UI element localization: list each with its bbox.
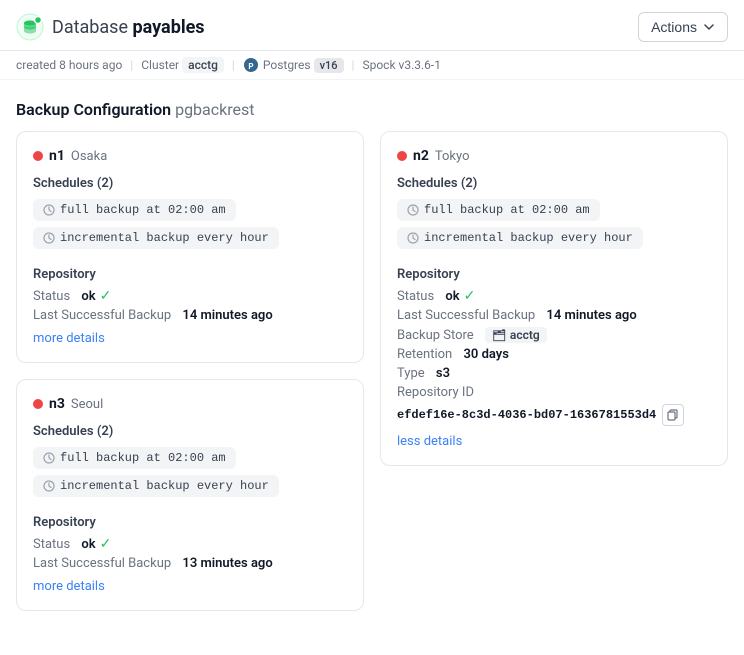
node-n3-schedule-1: incremental backup every hour (33, 475, 347, 503)
node-n2-repo: Repository Status ok ✓ Last Successful B… (397, 267, 711, 449)
node-n2-more-link[interactable]: less details (397, 434, 462, 449)
node-n3-status-row: Status ok ✓ (33, 536, 347, 552)
node-card-n2: n2 Tokyo Schedules (2) full backup at 02… (380, 131, 728, 466)
copy-repo-id-button[interactable] (662, 404, 684, 426)
node-n2-id: n2 (413, 148, 429, 164)
sep1: | (130, 58, 133, 72)
check-icon: ✓ (100, 288, 112, 304)
database-icon (16, 13, 44, 41)
node-n2-city: Tokyo (435, 149, 470, 164)
plugin-version: v3.3.6-1 (399, 58, 441, 72)
node-n3-id: n3 (49, 396, 65, 412)
backup-section-title: Backup Configuration pgbackrest (0, 80, 744, 131)
db-version: v16 (314, 58, 344, 73)
sep3: | (352, 58, 355, 72)
cluster-label: Cluster (141, 58, 179, 72)
cluster-name: acctg (182, 57, 224, 73)
node-n2-status-row: Status ok ✓ (397, 288, 711, 304)
plugin-name: Spock (362, 58, 395, 72)
page-title: Database payables (52, 17, 205, 38)
postgres-icon: P (243, 57, 259, 73)
node-n1-id: n1 (49, 148, 65, 164)
node-n2-repoid-row: Repository ID efdef16e-8c3d-4036-bd07-16… (397, 385, 711, 426)
node-n2-header: n2 Tokyo (397, 148, 711, 164)
node-n3-more-link[interactable]: more details (33, 579, 105, 594)
clock-icon (43, 204, 55, 216)
node-card-n3: n3 Seoul Schedules (2) full backup at 02… (16, 379, 364, 611)
node-n1-header: n1 Osaka (33, 148, 347, 164)
right-column: n2 Tokyo Schedules (2) full backup at 02… (380, 131, 728, 611)
copy-icon (667, 409, 679, 421)
node-n3-schedule-0: full backup at 02:00 am (33, 447, 347, 475)
node-n2-type-row: Type s3 (397, 366, 711, 381)
node-n1-backup-row: Last Successful Backup 14 minutes ago (33, 308, 347, 323)
node-card-n1: n1 Osaka Schedules (2) full backup at 02… (16, 131, 364, 363)
node-n1-status-dot (33, 151, 43, 161)
check-icon: ✓ (464, 288, 476, 304)
node-n2-schedules-label: Schedules (2) (397, 176, 711, 191)
node-n3-header: n3 Seoul (33, 396, 347, 412)
db-type: Postgres (263, 58, 311, 72)
node-n2-backup-row: Last Successful Backup 14 minutes ago (397, 308, 711, 323)
clock-icon (43, 452, 55, 464)
meta-bar: created 8 hours ago | Cluster acctg | P … (0, 51, 744, 80)
chevron-down-icon (703, 21, 715, 33)
check-icon: ✓ (100, 536, 112, 552)
clock-icon (43, 232, 55, 244)
node-n1-schedule-0: full backup at 02:00 am (33, 199, 347, 227)
clock-icon (43, 480, 55, 492)
header-title-group: Database payables (16, 13, 205, 41)
node-grid: n1 Osaka Schedules (2) full backup at 02… (0, 131, 744, 627)
actions-label: Actions (651, 19, 697, 35)
node-n1-city: Osaka (71, 149, 107, 164)
node-n2-repoid-value-row: efdef16e-8c3d-4036-bd07-1636781553d4 (397, 404, 684, 426)
node-n2-status-dot (397, 151, 407, 161)
node-n3-repo: Repository Status ok ✓ Last Successful B… (33, 515, 347, 594)
node-n3-backup-row: Last Successful Backup 13 minutes ago (33, 556, 347, 571)
page-header: Database payables Actions (0, 0, 744, 51)
node-n2-retention-row: Retention 30 days (397, 347, 711, 362)
node-n1-schedule-1: incremental backup every hour (33, 227, 347, 255)
node-n3-schedules-label: Schedules (2) (33, 424, 347, 439)
svg-text:P: P (248, 62, 253, 71)
node-n3-city: Seoul (71, 397, 103, 412)
created-text: created 8 hours ago (16, 58, 122, 72)
node-n2-backup-store-row: Backup Store 🗂 acctg (397, 327, 711, 343)
node-n1-more-link[interactable]: more details (33, 331, 105, 346)
left-column: n1 Osaka Schedules (2) full backup at 02… (16, 131, 364, 611)
clock-icon (407, 232, 419, 244)
folder-icon: 🗂 (492, 329, 506, 342)
node-n3-status-dot (33, 399, 43, 409)
node-n1-status-row: Status ok ✓ (33, 288, 347, 304)
repo-id-value: efdef16e-8c3d-4036-bd07-1636781553d4 (397, 408, 656, 422)
sep2: | (232, 58, 235, 72)
node-n1-repo: Repository Status ok ✓ Last Successful B… (33, 267, 347, 346)
node-n2-schedule-0: full backup at 02:00 am (397, 199, 711, 227)
actions-button[interactable]: Actions (638, 12, 728, 42)
backup-store-tag: 🗂 acctg (485, 327, 547, 343)
node-n1-schedules-label: Schedules (2) (33, 176, 347, 191)
clock-icon (407, 204, 419, 216)
node-n2-schedule-1: incremental backup every hour (397, 227, 711, 255)
